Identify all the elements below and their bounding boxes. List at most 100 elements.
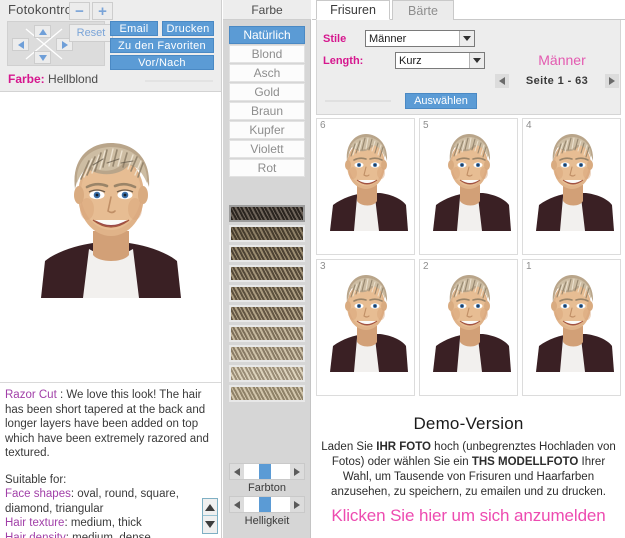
length-select[interactable]: Kurz — [395, 52, 485, 69]
arrow-left-icon — [234, 467, 240, 476]
swatch-texture — [231, 207, 303, 220]
swatch-swatch-9[interactable] — [229, 365, 305, 382]
zoom-out-button[interactable]: − — [69, 2, 90, 20]
color-family-list: Natürlich Blond Asch Gold Braun Kupfer V… — [229, 26, 305, 178]
hairstyle-thumbnail[interactable]: 3 — [316, 259, 415, 396]
brightness-slider[interactable] — [229, 496, 305, 513]
reset-button[interactable]: Reset — [69, 24, 113, 42]
chevron-down-icon[interactable] — [469, 53, 484, 68]
thumbnail-portrait — [321, 270, 410, 372]
signup-link[interactable]: Klicken Sie hier um sich anzumelden — [316, 500, 621, 526]
hairstyle-thumbnail[interactable]: 4 — [522, 118, 621, 255]
swatch-texture — [231, 367, 303, 380]
thumbnail-portrait — [321, 129, 410, 231]
color-item-blond[interactable]: Blond — [229, 45, 305, 63]
color-item-rot[interactable]: Rot — [229, 159, 305, 177]
gender-heading: Männer — [538, 52, 586, 68]
thumbnail-number: 5 — [423, 120, 429, 131]
brightness-decrease-button[interactable] — [230, 497, 244, 512]
suitable-row: Face shapes: oval, round, square, diamon… — [5, 487, 213, 516]
select-button[interactable]: Auswählen — [405, 93, 477, 109]
previous-page-button[interactable] — [495, 74, 509, 88]
brightness-increase-button[interactable] — [290, 497, 304, 512]
thumbnail-portrait — [424, 129, 513, 231]
hairstyle-thumbnail[interactable]: 6 — [316, 118, 415, 255]
swatch-swatch-5[interactable] — [229, 285, 305, 302]
hue-slider-track[interactable] — [244, 464, 290, 479]
main-portrait-photo[interactable] — [23, 133, 199, 298]
hue-slider-thumb[interactable] — [259, 464, 272, 479]
swatch-swatch-4[interactable] — [229, 265, 305, 282]
arrow-left-icon — [234, 500, 240, 509]
current-color-display: Farbe: Hellblond — [8, 72, 98, 86]
hairstyle-thumbnail[interactable]: 2 — [419, 259, 518, 396]
color-item-asch[interactable]: Asch — [229, 64, 305, 82]
divider — [145, 80, 213, 82]
style-select[interactable]: Männer — [365, 30, 475, 47]
main-photo-stage[interactable] — [0, 93, 221, 381]
demo-text-b: IHR FOTO — [376, 441, 431, 453]
tab-frisuren[interactable]: Frisuren — [316, 0, 390, 20]
right-panel: Frisuren Bärte Stile Männer Length: Kurz… — [312, 0, 625, 538]
thumbnail-number: 4 — [526, 120, 532, 131]
brightness-slider-thumb[interactable] — [259, 497, 272, 512]
swatch-swatch-7[interactable] — [229, 325, 305, 342]
swatch-swatch-2[interactable] — [229, 225, 305, 242]
divider — [325, 100, 391, 102]
style-controls-panel: Stile Männer Length: Kurz Männer Seite 1… — [316, 20, 621, 115]
hairstyle-thumbnail[interactable]: 5 — [419, 118, 518, 255]
hue-slider[interactable] — [229, 463, 305, 480]
scroll-down-button[interactable] — [203, 516, 217, 533]
next-page-button[interactable] — [605, 74, 619, 88]
zoom-in-button[interactable]: + — [92, 2, 113, 20]
hue-slider-group: Farbton — [229, 463, 305, 494]
arrow-left-icon — [17, 40, 24, 49]
swatch-swatch-1[interactable] — [229, 205, 305, 222]
swatch-texture — [231, 347, 303, 360]
current-color-value: Hellblond — [48, 72, 99, 86]
hair-texture-label: Hair texture — [5, 517, 65, 529]
pan-down-button[interactable] — [34, 51, 51, 64]
thumbnail-number: 2 — [423, 261, 429, 272]
description-scrollbar[interactable] — [202, 498, 218, 534]
chevron-left-icon — [499, 77, 505, 85]
hair-density-value: : medium, dense — [65, 531, 151, 538]
demo-title: Demo-Version — [413, 414, 524, 433]
swatch-swatch-3[interactable] — [229, 245, 305, 262]
description-sep: : — [56, 389, 67, 401]
hue-increase-button[interactable] — [290, 464, 304, 479]
color-item-violett[interactable]: Violett — [229, 140, 305, 158]
swatch-texture — [231, 307, 303, 320]
swatch-swatch-8[interactable] — [229, 345, 305, 362]
scroll-up-button[interactable] — [203, 499, 217, 516]
length-select-value: Kurz — [399, 54, 422, 67]
swatch-texture — [231, 267, 303, 280]
pan-left-button[interactable] — [12, 38, 29, 51]
thumbnail-portrait — [527, 129, 616, 231]
email-button[interactable]: Email — [110, 21, 158, 36]
swatch-swatch-6[interactable] — [229, 305, 305, 322]
tab-barte[interactable]: Bärte — [392, 0, 454, 20]
page-indicator: Seite 1 - 63 — [525, 75, 589, 87]
color-item-naturlich[interactable]: Natürlich — [229, 26, 305, 44]
before-after-button[interactable]: Vor/Nach — [110, 55, 214, 70]
color-item-gold[interactable]: Gold — [229, 83, 305, 101]
current-color-label: Farbe: — [8, 72, 45, 86]
color-item-braun[interactable]: Braun — [229, 102, 305, 120]
pan-up-button[interactable] — [34, 25, 51, 38]
face-shapes-label: Face shapes — [5, 488, 71, 500]
brightness-slider-track[interactable] — [244, 497, 290, 512]
color-item-kupfer[interactable]: Kupfer — [229, 121, 305, 139]
thumbnail-portrait — [527, 270, 616, 372]
add-to-favorites-button[interactable]: Zu den Favoriten — [110, 38, 214, 53]
suitable-row: Hair texture: medium, thick — [5, 516, 213, 531]
hairstyle-thumbnail[interactable]: 1 — [522, 259, 621, 396]
hairstyle-simulator-app: Fotokontrolle − + Reset Email Drucken Zu… — [0, 0, 625, 538]
print-button[interactable]: Drucken — [162, 21, 214, 36]
hairstyle-thumbnail-grid: 6 5 4 3 2 1 — [316, 118, 621, 401]
swatch-swatch-10[interactable] — [229, 385, 305, 402]
hue-decrease-button[interactable] — [230, 464, 244, 479]
chevron-down-icon[interactable] — [459, 31, 474, 46]
chevron-right-icon — [609, 77, 615, 85]
thumbnail-number: 6 — [320, 120, 326, 131]
